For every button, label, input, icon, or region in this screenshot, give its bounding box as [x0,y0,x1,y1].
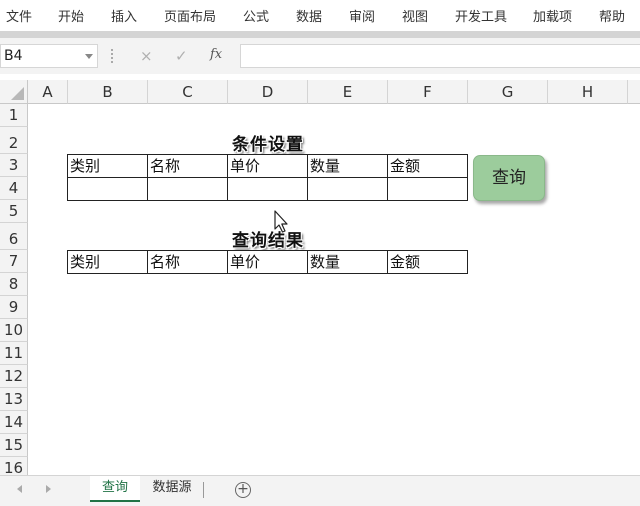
ribbon-tab-review[interactable]: 审阅 [349,6,375,25]
column-header-partial [628,80,640,104]
select-all-corner[interactable] [0,80,28,104]
mouse-pointer-icon [274,210,288,233]
formula-bar: B4 × ✓ fx [0,38,640,74]
row-header-5[interactable]: 5 [0,200,28,223]
ribbon-tab-developer[interactable]: 开发工具 [455,6,507,25]
condition-header-name[interactable]: 名称 [147,154,228,178]
column-header-d[interactable]: D [228,80,308,104]
row-header-8[interactable]: 8 [0,273,28,296]
row-header-13[interactable]: 13 [0,388,28,411]
sheet-tab-bar: 查询 数据源 + [0,475,640,506]
name-box[interactable]: B4 [0,44,98,68]
worksheet-grid: A B C D E F G H 1 2 3 4 5 6 7 8 9 10 11 … [0,80,640,475]
formula-bar-grip[interactable] [111,49,113,63]
condition-input-quantity[interactable] [307,177,388,201]
condition-header-category[interactable]: 类别 [67,154,148,178]
next-sheet-icon[interactable] [46,485,51,493]
row-header-10[interactable]: 10 [0,319,28,342]
confirm-icon[interactable]: ✓ [175,47,188,65]
row-header-12[interactable]: 12 [0,365,28,388]
condition-input-name[interactable] [147,177,228,201]
sheet-tab-query[interactable]: 查询 [90,476,140,502]
row-header-7[interactable]: 7 [0,250,28,273]
condition-input-amount[interactable] [387,177,468,201]
column-header-h[interactable]: H [548,80,628,104]
column-header-a[interactable]: A [28,80,68,104]
ribbon-tab-help[interactable]: 帮助 [599,6,625,25]
condition-input-price[interactable] [227,177,308,201]
row-header-15[interactable]: 15 [0,434,28,457]
ribbon-tab-page-layout[interactable]: 页面布局 [164,6,216,25]
prev-sheet-icon[interactable] [17,485,22,493]
result-header-quantity: 数量 [307,250,388,274]
condition-header-quantity[interactable]: 数量 [307,154,388,178]
ribbon-tab-insert[interactable]: 插入 [111,6,137,25]
ribbon-tab-home[interactable]: 开始 [58,6,84,25]
tab-divider [203,482,204,498]
row-header-4[interactable]: 4 [0,177,28,200]
ribbon-menu: 文件 开始 插入 页面布局 公式 数据 审阅 视图 开发工具 加载项 帮助 [0,0,640,31]
ribbon-tab-formulas[interactable]: 公式 [243,6,269,25]
result-header-category: 类别 [67,250,148,274]
row-header-11[interactable]: 11 [0,342,28,365]
column-header-b[interactable]: B [68,80,148,104]
column-header-g[interactable]: G [468,80,548,104]
row-header-9[interactable]: 9 [0,296,28,319]
result-header-amount: 金额 [387,250,468,274]
condition-header-amount[interactable]: 金额 [387,154,468,178]
column-header-f[interactable]: F [388,80,468,104]
condition-header-price[interactable]: 单价 [227,154,308,178]
ribbon-tab-addins[interactable]: 加载项 [533,6,572,25]
formula-input[interactable] [240,44,640,68]
result-section-title: 查询结果 [232,231,304,251]
cancel-icon[interactable]: × [140,47,153,65]
query-button[interactable]: 查询 [473,155,545,201]
result-header-name: 名称 [147,250,228,274]
row-header-6[interactable]: 6 [0,223,28,250]
row-header-16[interactable]: 16 [0,457,28,475]
row-header-3[interactable]: 3 [0,154,28,177]
ribbon-tab-data[interactable]: 数据 [296,6,322,25]
ribbon-tab-file[interactable]: 文件 [6,6,32,25]
ribbon-collapsed-bar [0,31,640,38]
add-sheet-icon[interactable]: + [235,482,251,498]
condition-input-category[interactable] [67,177,148,201]
ribbon-tab-view[interactable]: 视图 [402,6,428,25]
row-header-2[interactable]: 2 [0,127,28,154]
column-header-c[interactable]: C [148,80,228,104]
column-header-e[interactable]: E [308,80,388,104]
insert-function-icon[interactable]: fx [210,47,222,62]
name-box-value: B4 [4,48,23,64]
sheet-tab-data-source[interactable]: 数据源 [143,476,201,502]
row-header-14[interactable]: 14 [0,411,28,434]
result-header-price: 单价 [227,250,308,274]
chevron-down-icon[interactable] [85,54,93,59]
condition-section-title: 条件设置 [232,135,304,155]
select-all-triangle-icon [11,87,24,100]
row-header-1[interactable]: 1 [0,104,28,127]
